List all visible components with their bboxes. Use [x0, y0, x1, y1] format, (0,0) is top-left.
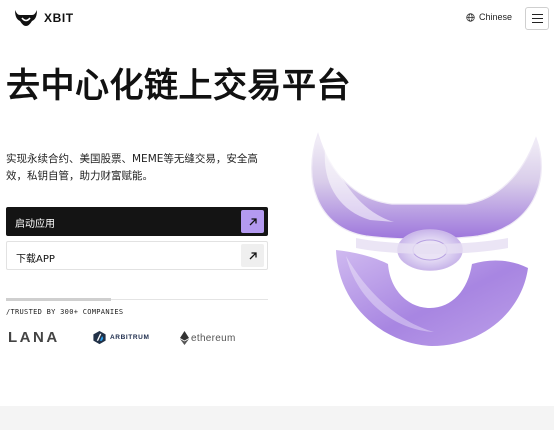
language-label: Chinese	[479, 12, 513, 22]
brand-name: XBIT	[44, 11, 74, 25]
partner-logo-arbitrum: ARBITRUM	[92, 330, 149, 345]
xbit-logo-icon	[15, 10, 37, 26]
carousel-progress-bar	[6, 298, 111, 301]
partner-logos: LANA ARBITRUM ethereum	[0, 328, 270, 350]
page-footer-band	[0, 406, 554, 430]
hero-subtitle: 实现永续合约、美国股票、MEME等无缝交易，安全高效，私钥自管，助力财富赋能。	[6, 153, 258, 182]
brand-logo[interactable]: XBIT	[14, 9, 74, 27]
trusted-heading: /TRUSTED BY 300+ COMPANIES	[6, 308, 124, 316]
hero-title: 去中心化链上交易平台	[6, 66, 351, 106]
download-app-button[interactable]: 下载APP	[6, 241, 268, 270]
partner-logo-ethereum: ethereum	[180, 331, 236, 345]
site-header: XBIT Chinese	[0, 0, 554, 38]
launch-app-button[interactable]: 启动应用	[6, 207, 268, 236]
ethereum-logo-icon	[180, 331, 189, 345]
hero-3d-graphic	[311, 132, 542, 346]
partner-logo-solana: LANA	[8, 329, 60, 346]
download-app-label: 下载APP	[16, 254, 55, 265]
language-selector[interactable]: Chinese	[466, 12, 512, 22]
launch-app-label: 启动应用	[15, 219, 55, 230]
arrow-up-right-icon	[241, 244, 264, 267]
arrow-up-right-icon	[241, 210, 264, 233]
globe-icon	[466, 12, 475, 22]
arbitrum-logo-icon	[93, 330, 106, 345]
menu-button[interactable]	[525, 7, 549, 30]
menu-icon	[531, 13, 543, 16]
